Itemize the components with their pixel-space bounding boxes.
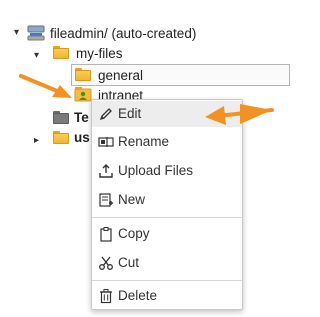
menu-item-upload-files[interactable]: Upload Files <box>92 158 242 184</box>
rename-icon <box>98 134 114 150</box>
scissors-icon <box>98 255 114 271</box>
menu-item-label: Copy <box>118 226 150 241</box>
tree-item-my-files[interactable]: my-files <box>76 46 123 62</box>
tree-root-label[interactable]: fileadmin/ (auto-created) <box>50 26 196 42</box>
menu-divider <box>92 280 242 281</box>
user-folder-icon <box>74 86 92 102</box>
menu-divider <box>92 217 242 218</box>
clipboard-icon <box>98 226 114 242</box>
storage-icon <box>27 24 45 42</box>
menu-item-label: New <box>118 192 146 207</box>
folder-open-icon <box>53 46 70 60</box>
upload-icon <box>98 163 114 179</box>
trash-icon <box>98 288 114 304</box>
menu-item-label: Upload Files <box>118 163 194 178</box>
folder-icon <box>53 111 70 125</box>
menu-item-label: Edit <box>118 106 142 121</box>
menu-item-label: Delete <box>118 288 158 303</box>
expand-toggle-icon[interactable]: ▸ <box>34 136 39 146</box>
menu-item-new[interactable]: New <box>92 187 242 213</box>
menu-item-edit[interactable]: Edit <box>92 101 242 127</box>
tree-item-us[interactable]: us <box>74 130 90 146</box>
menu-item-cut[interactable]: Cut <box>92 250 242 276</box>
menu-item-delete[interactable]: Delete <box>92 283 242 309</box>
menu-item-label: Rename <box>118 134 170 149</box>
folder-icon <box>75 68 92 82</box>
tree-item-te[interactable]: Te <box>74 110 89 126</box>
menu-item-rename[interactable]: Rename <box>92 129 242 155</box>
context-menu: Edit Rename Upload Files New Copy Cut De… <box>91 99 243 310</box>
tree-item-general[interactable]: general <box>98 68 143 84</box>
pencil-icon <box>98 106 114 122</box>
collapse-toggle-icon[interactable]: ▾ <box>14 28 19 38</box>
new-file-icon <box>98 192 114 208</box>
arrow-left-annotation <box>19 74 72 98</box>
menu-item-label: Cut <box>118 255 140 270</box>
collapse-toggle-icon[interactable]: ▾ <box>34 51 39 61</box>
folder-icon <box>53 131 70 145</box>
menu-item-copy[interactable]: Copy <box>92 221 242 247</box>
